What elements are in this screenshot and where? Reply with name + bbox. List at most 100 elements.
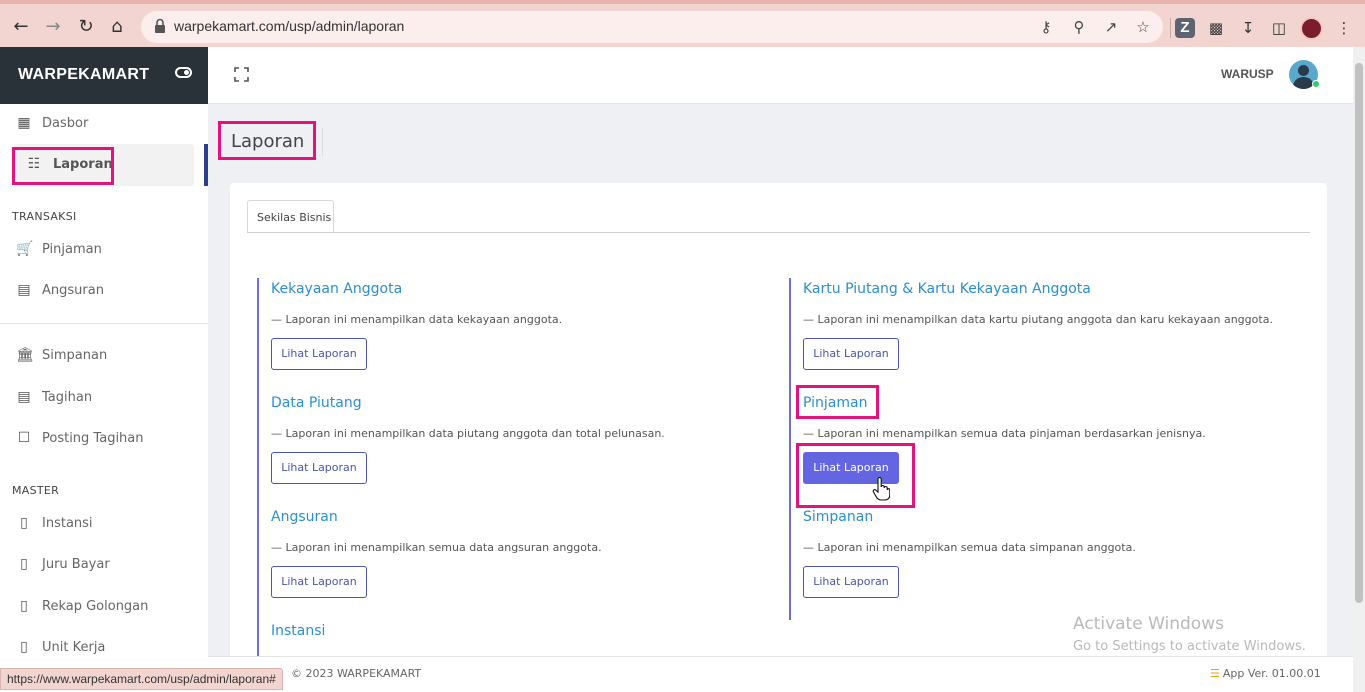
- view-report-button[interactable]: Lihat Laporan: [271, 338, 367, 370]
- sidebar-item-label: Juru Bayar: [42, 557, 110, 572]
- key-icon[interactable]: ⚷: [1037, 18, 1055, 36]
- book-icon: ▯: [20, 556, 28, 572]
- report-description: — Laporan ini menampilkan semua data pin…: [803, 427, 1206, 440]
- share-icon[interactable]: ↗: [1102, 18, 1120, 36]
- activate-windows-title: Activate Windows: [1073, 614, 1224, 634]
- book-icon: ▯: [20, 598, 28, 614]
- report-card: Sekilas Bisnis Kekayaan Anggota — Lapora…: [230, 183, 1327, 663]
- brand-header: WARPEKAMART: [0, 47, 208, 104]
- report-description: — Laporan ini menampilkan data kekayaan …: [271, 313, 563, 326]
- highlight-pinjaman-button: [796, 443, 915, 508]
- sidebar-item-label: Instansi: [42, 516, 93, 531]
- report-description: — Laporan ini menampilkan semua data sim…: [803, 541, 1136, 554]
- report-data-piutang: Data Piutang — Laporan ini menampilkan d…: [257, 392, 777, 506]
- report-title: Simpanan: [803, 509, 874, 525]
- sidebar-item-tagihan[interactable]: ▤ Tagihan: [0, 380, 208, 416]
- hand-cursor-icon: [872, 477, 890, 501]
- highlight-laporan-menu: [12, 147, 114, 185]
- highlight-page-title: [218, 121, 316, 160]
- footer-version: ☰ App Ver. 01.00.01: [1210, 667, 1321, 680]
- view-report-button[interactable]: Lihat Laporan: [803, 338, 899, 370]
- version-text: App Ver. 01.00.01: [1222, 667, 1321, 680]
- report-title: Data Piutang: [271, 395, 362, 411]
- sidebar-toggle-icon[interactable]: [175, 67, 192, 78]
- browser-toolbar: ← → ↻ ⌂ warpekamart.com/usp/admin/lapora…: [0, 0, 1365, 47]
- view-report-button[interactable]: Lihat Laporan: [803, 566, 899, 598]
- book-icon: ▯: [20, 639, 28, 655]
- home-icon[interactable]: ⌂: [106, 16, 128, 38]
- report-title: Kekayaan Anggota: [271, 281, 403, 297]
- menu-kebab-icon[interactable]: ⋮: [1334, 18, 1354, 38]
- sidebar-item-label: Rekap Golongan: [42, 599, 149, 614]
- reload-icon[interactable]: ↻: [75, 16, 97, 38]
- report-description: — Laporan ini menampilkan data piutang a…: [271, 427, 665, 440]
- zoom-icon[interactable]: ⚲: [1070, 18, 1088, 36]
- sidebar-item-label: Dasbor: [42, 116, 89, 131]
- sidebar-item-label: Simpanan: [42, 348, 108, 363]
- sidebar-item-label: Posting Tagihan: [42, 431, 144, 446]
- cash-icon: ▤: [17, 389, 31, 405]
- note-icon: ☐: [17, 430, 31, 446]
- sidebar-item-instansi[interactable]: ▯ Instansi: [0, 506, 208, 542]
- sidebar: ▦ Dasbor ☷ Laporan TRANSAKSI 🛒 Pinjaman …: [0, 104, 208, 692]
- sidebar-item-simpanan[interactable]: 🏛 Simpanan: [0, 338, 208, 374]
- report-description: — Laporan ini menampilkan data kartu piu…: [803, 313, 1273, 326]
- fullscreen-icon[interactable]: [234, 67, 249, 82]
- report-title: Kartu Piutang & Kartu Kekayaan Anggota: [803, 281, 1091, 297]
- sidebar-item-unit-kerja[interactable]: ▯ Unit Kerja: [0, 630, 208, 666]
- sidebar-item-label: Pinjaman: [42, 242, 102, 257]
- z-extension-icon[interactable]: Z: [1175, 18, 1195, 38]
- scrollbar-thumb[interactable]: [1355, 63, 1363, 603]
- cash-icon: ▤: [17, 282, 31, 298]
- download-icon[interactable]: ↧: [1238, 18, 1258, 38]
- report-kartu-piutang: Kartu Piutang & Kartu Kekayaan Anggota —…: [789, 278, 1309, 392]
- activate-windows-subtitle: Go to Settings to activate Windows.: [1073, 639, 1306, 654]
- section-title-transaksi: TRANSAKSI: [12, 210, 77, 223]
- sidebar-item-angsuran[interactable]: ▤ Angsuran: [0, 273, 208, 309]
- profile-avatar[interactable]: [1300, 17, 1323, 40]
- status-bar-url: https://www.warpekamart.com/usp/admin/la…: [0, 668, 283, 690]
- bank-icon: 🏛: [16, 347, 34, 363]
- puzzle-extensions-icon[interactable]: ▩: [1206, 18, 1226, 38]
- book-icon: ▯: [20, 515, 28, 531]
- toolbar-divider: [1170, 18, 1171, 38]
- tab-underline: [247, 232, 1310, 233]
- cart-icon: 🛒: [16, 241, 34, 257]
- sidebar-divider: [0, 323, 208, 324]
- tab-sekilas-bisnis[interactable]: Sekilas Bisnis: [247, 200, 334, 233]
- sidebar-item-dasbor[interactable]: ▦ Dasbor: [0, 106, 208, 142]
- lock-icon: [155, 18, 165, 33]
- footer-copyright: © 2023 WARPEKAMART: [291, 667, 422, 680]
- highlight-pinjaman-title: [796, 385, 879, 419]
- online-status-dot: [1312, 80, 1320, 88]
- report-description: — Laporan ini menampilkan semua data ang…: [271, 541, 602, 554]
- sidebar-item-label: Unit Kerja: [42, 640, 106, 655]
- brand-name: WARPEKAMART: [18, 66, 150, 83]
- sidebar-item-posting-tagihan[interactable]: ☐ Posting Tagihan: [0, 421, 208, 457]
- view-report-button[interactable]: Lihat Laporan: [271, 566, 367, 598]
- report-simpanan: Simpanan — Laporan ini menampilkan semua…: [789, 506, 1309, 620]
- report-title: Angsuran: [271, 509, 338, 525]
- sidebar-item-label: Angsuran: [42, 283, 104, 298]
- sidebar-item-pinjaman[interactable]: 🛒 Pinjaman: [0, 232, 208, 268]
- report-title: Instansi: [271, 623, 326, 639]
- url-text[interactable]: warpekamart.com/usp/admin/laporan: [174, 18, 404, 34]
- footer: © 2023 WARPEKAMART ☰ App Ver. 01.00.01: [208, 656, 1353, 692]
- view-report-button[interactable]: Lihat Laporan: [271, 452, 367, 484]
- sidebar-item-rekap-golongan[interactable]: ▯ Rekap Golongan: [0, 589, 208, 625]
- section-title-master: MASTER: [12, 484, 60, 497]
- sidebar-item-label: Tagihan: [42, 390, 93, 405]
- page-scrollbar[interactable]: [1353, 47, 1365, 692]
- tab-label: Sekilas Bisnis: [257, 211, 332, 224]
- side-panel-icon[interactable]: ◫: [1269, 18, 1289, 38]
- address-bar[interactable]: warpekamart.com/usp/admin/laporan ⚷ ⚲ ↗ …: [141, 11, 1163, 43]
- bookmark-star-icon[interactable]: ☆: [1134, 18, 1152, 36]
- forward-icon[interactable]: →: [42, 16, 64, 38]
- back-icon[interactable]: ←: [10, 16, 32, 38]
- dashboard-icon: ▦: [17, 115, 31, 131]
- sidebar-item-juru-bayar[interactable]: ▯ Juru Bayar: [0, 547, 208, 583]
- user-name[interactable]: WARUSP: [1221, 67, 1274, 81]
- layers-icon: ☰: [1210, 667, 1220, 680]
- title-separator: [322, 128, 323, 156]
- topbar: WARUSP: [208, 47, 1353, 104]
